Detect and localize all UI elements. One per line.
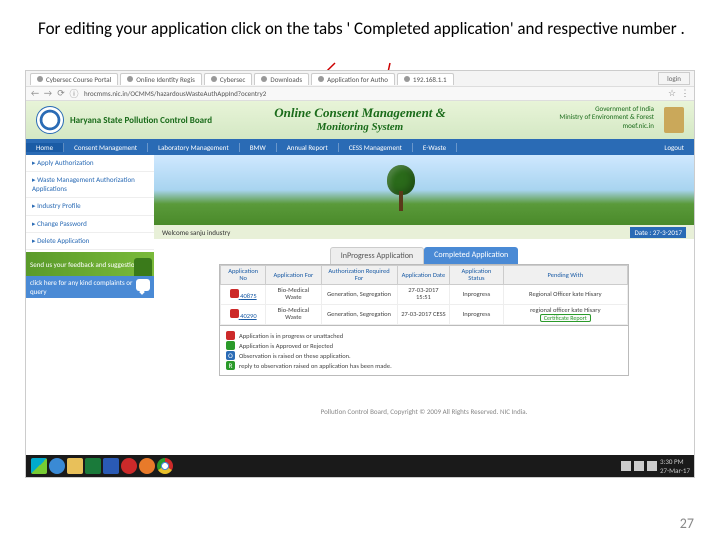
- sidebar-item-waste[interactable]: Waste Management Authorization Applicati…: [26, 172, 154, 198]
- firefox-icon[interactable]: [139, 458, 155, 474]
- browser-tab[interactable]: 192.168.1.1: [397, 73, 454, 85]
- system-tray[interactable]: 3:30 PM 27-Mar-17: [621, 457, 690, 475]
- main-area: Welcome sanju industry Date : 27-3-2017 …: [154, 155, 694, 419]
- table-row: 40875 Bio-Medical Waste Generation, Segr…: [221, 285, 628, 304]
- col-app-no: Application No: [221, 266, 266, 285]
- nav-ewaste[interactable]: E-Waste: [413, 143, 457, 152]
- app-number-link[interactable]: 40875: [221, 285, 266, 304]
- login-button[interactable]: login: [658, 72, 690, 85]
- gov-text: Government of India Ministry of Environm…: [559, 105, 654, 130]
- word-icon[interactable]: [103, 458, 119, 474]
- nav-home[interactable]: Home: [26, 143, 64, 152]
- explorer-icon[interactable]: [67, 458, 83, 474]
- info-icon[interactable]: ⓘ: [69, 89, 79, 99]
- address-bar: ← → ⟳ ⓘ hrocmms.nic.in/OCMMS/hazardousWa…: [26, 87, 694, 101]
- ie-icon[interactable]: [49, 458, 65, 474]
- tab-completed[interactable]: Completed Application: [424, 247, 518, 264]
- feedback-banner[interactable]: Send us your feedback and suggestions: [26, 252, 154, 276]
- certificate-badge[interactable]: Certificate Report: [540, 314, 591, 323]
- table-row: 40290 Bio-Medical Waste Generation, Segr…: [221, 304, 628, 325]
- col-app-date: Application Date: [397, 266, 450, 285]
- col-auth-req: Authorization Required For: [321, 266, 397, 285]
- browser-tab[interactable]: Downloads: [254, 73, 309, 85]
- date-badge: Date : 27-3-2017: [630, 227, 686, 238]
- browser-tab[interactable]: Online Identity Regis: [120, 73, 202, 85]
- embedded-screenshot: Cybersec Course Portal Online Identity R…: [25, 70, 695, 478]
- col-pending: Pending With: [503, 266, 627, 285]
- sidebar-item-password[interactable]: Change Password: [26, 216, 154, 233]
- opera-icon[interactable]: [121, 458, 137, 474]
- chrome-icon[interactable]: [157, 458, 173, 474]
- sidebar-item-delete[interactable]: Delete Application: [26, 233, 154, 250]
- speech-bubble-icon: [136, 279, 150, 291]
- board-name: Haryana State Pollution Control Board: [70, 115, 212, 126]
- hero-image: [154, 155, 694, 225]
- start-icon[interactable]: [31, 458, 47, 474]
- nav-logout[interactable]: Logout: [654, 143, 694, 152]
- tree-icon: [381, 165, 421, 215]
- page-number: 27: [680, 515, 694, 532]
- star-icon[interactable]: ☆: [667, 89, 677, 99]
- menu-icon[interactable]: ⋮: [680, 89, 690, 99]
- browser-tab[interactable]: Application for Autho: [311, 73, 395, 85]
- excel-icon[interactable]: [85, 458, 101, 474]
- site-title: Online Consent Management & Monitoring S…: [274, 105, 446, 133]
- clock: 3:30 PM 27-Mar-17: [660, 457, 690, 475]
- welcome-bar: Welcome sanju industry Date : 27-3-2017: [154, 225, 694, 239]
- col-app-for: Application For: [266, 266, 321, 285]
- tab-inprogress[interactable]: InProgress Application: [330, 247, 424, 264]
- hand-icon: [134, 258, 152, 276]
- sidebar-item-apply[interactable]: Apply Authorization: [26, 155, 154, 172]
- app-number-link[interactable]: 40290: [221, 304, 266, 325]
- browser-tab[interactable]: Cybersec Course Portal: [30, 73, 118, 85]
- tray-icon[interactable]: [621, 461, 631, 471]
- legend-o-icon: O: [226, 351, 235, 360]
- tray-icon[interactable]: [634, 461, 644, 471]
- application-tabs: InProgress Application Completed Applica…: [330, 247, 519, 264]
- status-square-icon: [230, 309, 239, 318]
- hspcb-logo-icon: [36, 106, 64, 134]
- status-square-icon: [230, 289, 239, 298]
- nav-consent[interactable]: Consent Management: [64, 143, 148, 152]
- nav-cess[interactable]: CESS Management: [339, 143, 413, 152]
- sidebar-item-profile[interactable]: Industry Profile: [26, 198, 154, 215]
- browser-tab-strip: Cybersec Course Portal Online Identity R…: [26, 71, 694, 87]
- applications-table: Application No Application For Authoriza…: [219, 264, 629, 326]
- col-status: Application Status: [450, 266, 503, 285]
- footer-text: Pollution Control Board, Copyright © 200…: [154, 404, 694, 419]
- site-banner: Haryana State Pollution Control Board On…: [26, 101, 694, 139]
- top-nav: Home Consent Management Laboratory Manag…: [26, 139, 694, 155]
- windows-taskbar: 3:30 PM 27-Mar-17: [26, 455, 694, 477]
- browser-tab[interactable]: Cybersec: [204, 73, 253, 85]
- nav-bmw[interactable]: BMW: [240, 143, 277, 152]
- reload-icon[interactable]: ⟳: [56, 89, 66, 99]
- legend-r-icon: R: [226, 361, 235, 370]
- legend-box: Application is in progress or unattached…: [219, 326, 629, 376]
- forward-icon[interactable]: →: [43, 89, 53, 99]
- emblem-icon: [664, 107, 684, 133]
- url-field[interactable]: hrocmms.nic.in/OCMMS/hazardousWasteAuthA…: [82, 89, 664, 98]
- tray-icon[interactable]: [647, 461, 657, 471]
- legend-green-icon: [226, 341, 235, 350]
- nav-lab[interactable]: Laboratory Management: [148, 143, 240, 152]
- instruction-text: For editing your application click on th…: [38, 18, 690, 39]
- welcome-text: Welcome sanju industry: [162, 228, 230, 237]
- complaints-banner[interactable]: click here for any kind complaints or qu…: [26, 276, 154, 298]
- back-icon[interactable]: ←: [30, 89, 40, 99]
- nav-annual[interactable]: Annual Report: [277, 143, 339, 152]
- sidebar: Apply Authorization Waste Management Aut…: [26, 155, 154, 419]
- legend-red-icon: [226, 331, 235, 340]
